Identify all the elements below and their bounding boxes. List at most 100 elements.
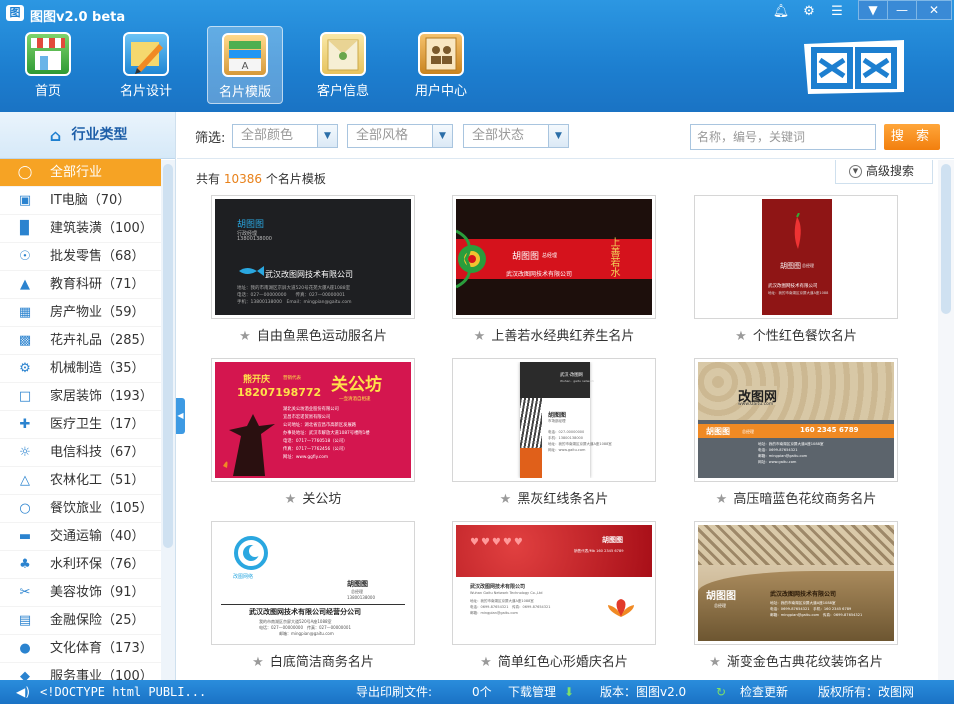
template-thumbnail[interactable]: 熊开庆 营销代表 18207198772 关公坊 一壶清酒自相逢 湖北关公坊酒业… [211, 358, 415, 482]
bell-icon[interactable]: 🔔︎ [768, 2, 794, 22]
sidebar-item-category[interactable]: ▩ 花卉礼品（285） [0, 327, 161, 355]
sidebar-item-category[interactable]: ▦ 房产物业（59） [0, 299, 161, 327]
sidebar-item-category[interactable]: ▲ 教育科研（71） [0, 271, 161, 299]
template-name-row[interactable]: ★ 关公坊 [211, 488, 415, 507]
minimize-button[interactable]: — [887, 0, 917, 20]
star-icon[interactable]: ★ [480, 655, 492, 670]
template-thumbnail[interactable]: 胡图图 总经理 武汉改图网技术有限公司 地址：我的市南湖区京屏大道A座1088室… [694, 521, 898, 645]
sidebar-item-category[interactable]: ▣ IT电脑（70） [0, 187, 161, 215]
sidebar-item-category[interactable]: ⚙ 机械制造（35） [0, 355, 161, 383]
advanced-search-button[interactable]: ▼ 高级搜索 [835, 160, 933, 184]
template-name-row[interactable]: ★ 自由鱼黑色运动服名片 [211, 325, 415, 344]
star-icon[interactable]: ★ [252, 655, 264, 670]
nav-design[interactable]: 名片设计 [108, 26, 184, 104]
chevron-down-icon[interactable]: ▼ [432, 125, 452, 147]
template-thumbnail[interactable]: 改图网 www.Gaitu.com 胡图图 总经理 160 2345 6789 … [694, 358, 898, 482]
card-contact: 电话：027—00000000 传真：027—00000001 [237, 293, 345, 298]
sidebar-item-label: 电信科技 [50, 445, 103, 460]
template-name: 关公坊 [302, 492, 342, 507]
template-name-row[interactable]: ★ 高压暗蓝色花纹商务名片 [694, 488, 898, 507]
star-icon[interactable]: ★ [709, 655, 721, 670]
template-thumbnail[interactable]: 胡图图 行政经理 13800138000 武汉改图网技术有限公司 地址：我的市南… [211, 195, 415, 319]
template-name-row[interactable]: ★ 上善若水经典红养生名片 [452, 325, 656, 344]
star-icon[interactable]: ★ [285, 492, 297, 507]
star-icon[interactable]: ★ [500, 492, 512, 507]
sidebar-scroll-thumb[interactable] [163, 164, 173, 548]
color-filter-value: 全部颜色 [241, 128, 294, 143]
card-tel: 电话：0699-87654321 传真：0699-87654321 [470, 605, 551, 609]
sidebar-item-category[interactable]: ✚ 医疗卫生（17） [0, 411, 161, 439]
card-company: 武汉改图网技术有限公司经营分公司 [249, 608, 361, 616]
filter-bar: 筛选: 全部颜色 ▼ 全部风格 ▼ 全部状态 ▼ 名称，编号，关键词 搜 索 [177, 112, 954, 159]
sidebar-item-category[interactable]: ● 文化体育（173） [0, 635, 161, 663]
template-card[interactable]: 胡图图 总经理 武汉改图网技术有限公司 地址：我的市南湖区京屏大道A座1088室… [694, 521, 898, 670]
template-thumbnail[interactable]: 胡图图 总经理 武汉改图网技术有限公司 地址：我的市南湖区京屏大道A座1088 [694, 195, 898, 319]
template-card[interactable]: 武汉·改图网 Wuhan · gaitu network 胡图图 市场部经理 电… [452, 358, 656, 507]
status-filter-select[interactable]: 全部状态 ▼ [463, 124, 569, 148]
template-name-row[interactable]: ★ 黑灰红线条名片 [452, 488, 656, 507]
download-arrow-icon[interactable]: ⬇ [564, 680, 574, 704]
sidebar-item-category[interactable]: □ 家居装饰（193） [0, 383, 161, 411]
main-scrollbar[interactable] [938, 160, 954, 680]
sidebar-item-category[interactable]: ☼ 电信科技（67） [0, 439, 161, 467]
sidebar-scrollbar[interactable] [161, 160, 175, 680]
star-icon[interactable]: ★ [239, 329, 251, 344]
sidebar-item-category[interactable]: ✂ 美容妆饰（91） [0, 579, 161, 607]
style-filter-select[interactable]: 全部风格 ▼ [347, 124, 453, 148]
sidebar-item-category[interactable]: ▉ 建筑装潢（100） [0, 215, 161, 243]
nav-customers[interactable]: 客户信息 [305, 26, 381, 104]
chat-icon[interactable]: ☰ [824, 2, 850, 22]
sidebar-item-category[interactable]: ◯ 全部行业 [0, 159, 161, 187]
template-card[interactable]: ♥♥♥♥♥ 胡图图 销售代表/Mb 160 2345 6789 武汉改图网技术有… [452, 521, 656, 670]
refresh-icon[interactable]: ↻ [716, 680, 726, 704]
template-name-row[interactable]: ★ 渐变金色古典花纹装饰名片 [694, 651, 898, 670]
template-thumbnail[interactable]: ♥♥♥♥♥ 胡图图 销售代表/Mb 160 2345 6789 武汉改图网技术有… [452, 521, 656, 645]
card-person: 胡图图 [347, 580, 368, 588]
sidebar-item-category[interactable]: ☉ 批发零售（68） [0, 243, 161, 271]
sidebar-item-category[interactable]: ▬ 交通运输（40） [0, 523, 161, 551]
card-person: 胡图图 [548, 412, 567, 419]
star-icon[interactable]: ★ [735, 329, 747, 344]
star-icon[interactable]: ★ [474, 329, 486, 344]
template-thumbnail[interactable]: 武汉·改图网 Wuhan · gaitu network 胡图图 市场部经理 电… [452, 358, 656, 482]
template-thumbnail[interactable]: 改图网络 胡图图 总经理 13800138000 武汉改图网技术有限公司经营分公… [211, 521, 415, 645]
search-button[interactable]: 搜 索 [884, 124, 940, 150]
gear-icon[interactable]: ⚙ [796, 2, 822, 22]
color-filter-select[interactable]: 全部颜色 ▼ [232, 124, 338, 148]
sidebar-item-category[interactable]: ▤ 金融保险（25） [0, 607, 161, 635]
star-icon[interactable]: ★ [716, 492, 728, 507]
nav-templates[interactable]: A 名片模版 [207, 26, 283, 104]
card-tel: 电话：0717—7760518（公司） [283, 439, 348, 444]
sidebar-item-category[interactable]: ○ 餐饮旅业（105） [0, 495, 161, 523]
template-card[interactable]: 胡图图 行政经理 13800138000 武汉改图网技术有限公司 地址：我的市南… [211, 195, 415, 344]
chevron-down-icon[interactable]: ▼ [548, 125, 568, 147]
sidebar-item-category[interactable]: ♣ 水利环保（76） [0, 551, 161, 579]
sidebar-collapse-handle[interactable]: ◀ [176, 398, 185, 434]
download-manager-link[interactable]: 下载管理 [508, 680, 556, 704]
check-update-link[interactable]: 检查更新 [740, 680, 788, 704]
template-card[interactable]: 胡图图 总经理 武汉改图网技术有限公司 地址：我的市南湖区京屏大道A座1088 … [694, 195, 898, 344]
speaker-icon[interactable]: ◀) [16, 680, 30, 704]
nav-user-center[interactable]: 用户中心 [403, 26, 479, 104]
card-address: 地址：我的市南湖区京屏大道A座1088 [768, 291, 829, 295]
sidebar-item-category[interactable]: △ 农林化工（51） [0, 467, 161, 495]
template-card[interactable]: 改图网络 胡图图 总经理 13800138000 武汉改图网技术有限公司经营分公… [211, 521, 415, 670]
template-card[interactable]: 胡图图 总经理 上善若水 武汉改图网技术有限公司 ★ 上善若水经典红养生名片 [452, 195, 656, 344]
main-scroll-thumb[interactable] [941, 164, 951, 314]
nav-home[interactable]: 首页 [10, 26, 86, 104]
template-card[interactable]: 改图网 www.Gaitu.com 胡图图 总经理 160 2345 6789 … [694, 358, 898, 507]
close-button[interactable]: ✕ [916, 0, 952, 20]
card-phone: 13800138000 [347, 595, 375, 600]
sidebar-item-label: 文化体育 [50, 641, 103, 656]
template-card[interactable]: 熊开庆 营销代表 18207198772 关公坊 一壶清酒自相逢 湖北关公坊酒业… [211, 358, 415, 507]
card-title: 营销代表 [283, 376, 301, 381]
category-list: ◯ 全部行业 ▣ IT电脑（70） ▉ 建筑装潢（100） ☉ 批发零售（68） ▲ 教育科研（7… [0, 159, 175, 691]
chevron-down-icon[interactable]: ▼ [317, 125, 337, 147]
menu-dropdown-button[interactable]: ▼ [858, 0, 888, 20]
export-label: 导出印刷文件: [356, 685, 433, 699]
search-input[interactable]: 名称，编号，关键词 [690, 124, 876, 150]
template-name-row[interactable]: ★ 个性红色餐饮名片 [694, 325, 898, 344]
template-name-row[interactable]: ★ 白底简洁商务名片 [211, 651, 415, 670]
template-thumbnail[interactable]: 胡图图 总经理 上善若水 武汉改图网技术有限公司 [452, 195, 656, 319]
template-name-row[interactable]: ★ 简单红色心形婚庆名片 [452, 651, 656, 670]
